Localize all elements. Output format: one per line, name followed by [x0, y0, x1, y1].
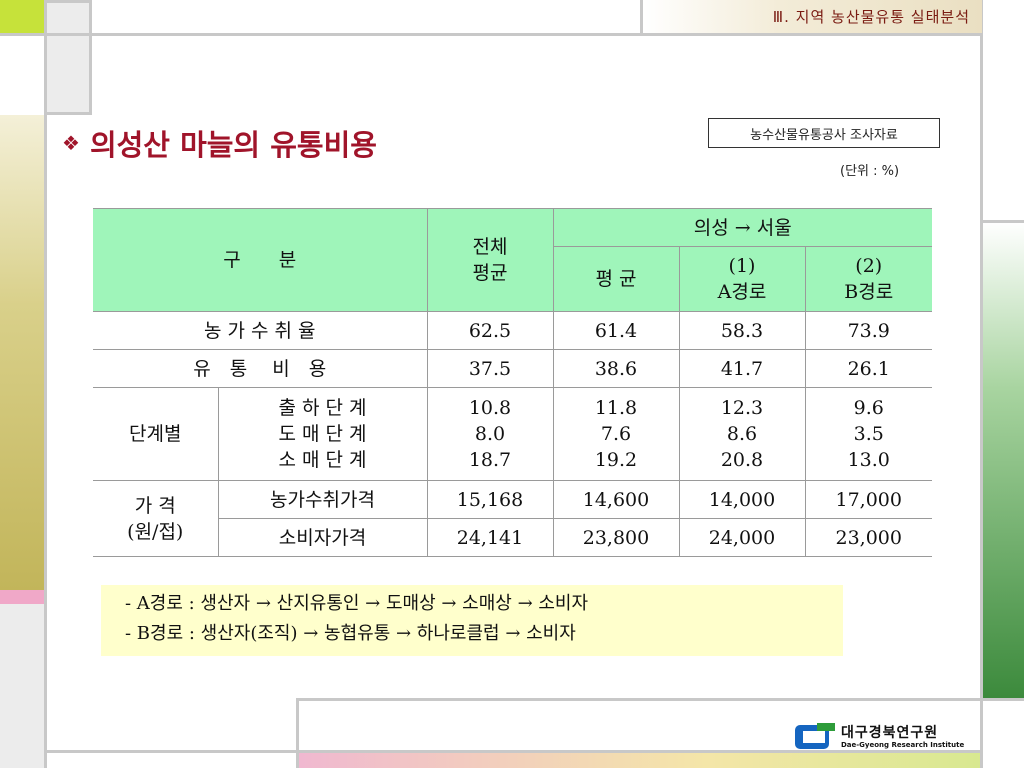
- header-route-a-line1: (1): [728, 255, 756, 277]
- header-group: 의성 → 서울: [552, 208, 932, 247]
- left-bottom-grey: [0, 604, 44, 768]
- value: 3.5: [853, 423, 884, 445]
- cell-avg: 61.4: [552, 311, 680, 350]
- table-row-stage: 단계별 출 하 단 계 도 매 단 계 소 매 단 계 10.8 8.0 18.…: [93, 387, 932, 481]
- distribution-cost-table: 구 분 전체 평균 의성 → 서울 평 균 (1) A경로 (2) B경로 농 …: [93, 208, 932, 557]
- route-notes: - A경로 : 생산자 → 산지유통인 → 도매상 → 소매상 → 소비자 - …: [101, 585, 843, 656]
- cell-route-a: 24,000: [678, 518, 806, 557]
- cell-route-b: 23,000: [804, 518, 932, 557]
- cell-route-b: 73.9: [804, 311, 932, 350]
- page-title-text: 의성산 마늘의 유통비용: [89, 128, 377, 162]
- source-note: 농수산물유통공사 조사자료: [708, 118, 940, 148]
- right-green-bar: [983, 222, 1024, 698]
- source-note-text: 농수산물유통공사 조사자료: [750, 127, 898, 143]
- table-header-row: 구 분 전체 평균 의성 → 서울: [93, 208, 932, 312]
- cell-total: 15,168: [426, 480, 554, 519]
- table-row: 가 격 (원/접) 농가수취가격 15,168 14,600 14,000 17…: [93, 480, 932, 557]
- top-grey-square: [44, 0, 92, 115]
- left-pink-bar: [0, 590, 44, 604]
- value: 19.2: [594, 449, 638, 471]
- header-route-a-line2: A경로: [717, 281, 767, 303]
- cell-total-stage: 10.8 8.0 18.7: [426, 387, 554, 481]
- header-category: 구 분: [93, 208, 428, 312]
- value: 8.0: [474, 423, 506, 445]
- row-group-label-stage: 단계별: [93, 387, 219, 481]
- cell-route-a-stage: 12.3 8.6 20.8: [678, 387, 806, 481]
- header-route-b: (2) B경로: [804, 246, 932, 312]
- bottom-gradient-bar: [299, 753, 980, 768]
- cell-route-a: 58.3: [678, 311, 806, 350]
- cell-route-b-stage: 9.6 3.5 13.0: [804, 387, 932, 481]
- route-a-note: - A경로 : 생산자 → 산지유통인 → 도매상 → 소매상 → 소비자: [125, 593, 589, 614]
- cell-route-a: 14,000: [678, 480, 806, 519]
- label-wholesale: 도 매 단 계: [278, 423, 367, 445]
- value: 9.6: [853, 397, 884, 419]
- cell-avg-stage: 11.8 7.6 19.2: [552, 387, 680, 481]
- cell-total: 24,141: [426, 518, 554, 557]
- corner-green-block: [0, 0, 44, 33]
- section-header: Ⅲ. 지역 농산물유통 실태분석: [640, 0, 982, 36]
- cell-route-b: 26.1: [804, 349, 932, 388]
- bottom-frame-line: [296, 698, 983, 701]
- institute-logo: 대구경북연구원 Dae-Gyeong Research Institute: [795, 722, 975, 752]
- value: 18.7: [468, 449, 512, 471]
- cell-avg: 38.6: [552, 349, 680, 388]
- row-label: 농가수취가격: [217, 480, 428, 519]
- cell-avg: 14,600: [552, 480, 680, 519]
- cell-route-a: 41.7: [678, 349, 806, 388]
- cell-total: 62.5: [426, 311, 554, 350]
- header-route-b-line2: B경로: [844, 281, 894, 303]
- header-route-a: (1) A경로: [678, 246, 806, 312]
- table-row: 유 통 비 용 37.5 38.6 41.7 26.1: [93, 349, 932, 388]
- row-label: 유 통 비 용: [93, 349, 428, 388]
- value: 10.8: [468, 397, 512, 419]
- right-mid-line: [983, 220, 1024, 223]
- unit-note: (단위 : %): [840, 164, 900, 179]
- value: 8.6: [726, 423, 758, 445]
- institute-name-ko: 대구경북연구원: [841, 724, 939, 741]
- left-olive-bar: [0, 115, 44, 590]
- header-total-line2: 평균: [472, 262, 508, 284]
- price-label-line1: 가 격: [134, 494, 176, 517]
- cell-avg: 23,800: [552, 518, 680, 557]
- section-title: Ⅲ. 지역 농산물유통 실태분석: [772, 8, 970, 26]
- cell-route-b: 17,000: [804, 480, 932, 519]
- table-row: 농 가 수 취 율 62.5 61.4 58.3 73.9: [93, 311, 932, 350]
- table-row: 소비자가격 24,141 23,800 24,000 23,000: [93, 518, 932, 557]
- institute-name-en: Dae-Gyeong Research Institute: [841, 740, 965, 749]
- header-total: 전체 평균: [426, 208, 554, 312]
- right-lower-line: [983, 698, 1024, 701]
- route-b-note: - B경로 : 생산자(조직) → 농협유통 → 하나로클럽 → 소비자: [125, 623, 576, 644]
- top-border-line: [0, 33, 640, 36]
- value: 11.8: [594, 397, 638, 419]
- cell-total: 37.5: [426, 349, 554, 388]
- value: 20.8: [720, 449, 764, 471]
- institute-logo-icon: [795, 723, 835, 751]
- left-border-line: [44, 33, 47, 768]
- value: 13.0: [847, 449, 890, 471]
- value: 12.3: [720, 397, 764, 419]
- institute-logo-text: 대구경북연구원 Dae-Gyeong Research Institute: [841, 726, 964, 749]
- row-group-label-price: 가 격 (원/접): [93, 480, 219, 557]
- value: 7.6: [600, 423, 632, 445]
- price-label-line2: (원/접): [127, 520, 184, 543]
- label-retail: 소 매 단 계: [278, 449, 367, 471]
- row-label: 농 가 수 취 율: [93, 311, 428, 350]
- header-total-line1: 전체: [472, 236, 508, 258]
- header-route-b-line1: (2): [855, 255, 883, 277]
- label-shipping: 출 하 단 계: [278, 397, 367, 419]
- row-label: 소비자가격: [218, 518, 428, 557]
- row-sublabels-stage: 출 하 단 계 도 매 단 계 소 매 단 계: [217, 387, 428, 481]
- diamond-bullet-icon: ❖: [62, 131, 80, 155]
- header-avg: 평 균: [553, 246, 680, 312]
- page-title: ❖ 의성산 마늘의 유통비용: [62, 123, 377, 163]
